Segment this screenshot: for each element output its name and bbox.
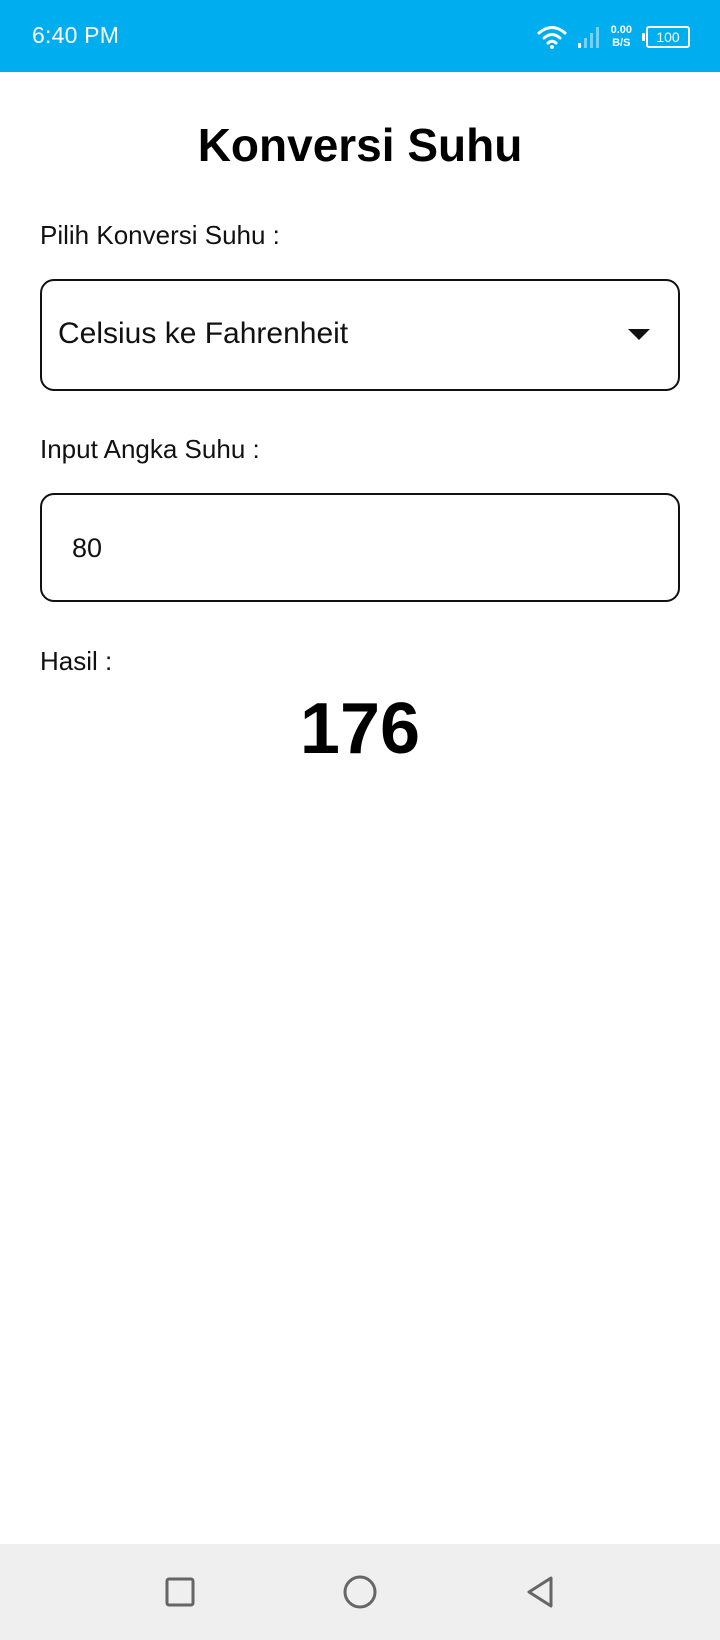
status-icons: 0.00 B/S 100 [537,19,690,55]
status-time: 6:40 PM [32,22,120,48]
conversion-selected-value: Celsius ke Fahrenheit [58,317,349,350]
input-label: Input Angka Suhu : [40,434,260,464]
battery-icon: 100 [642,26,690,48]
network-speed: 0.00 B/S [611,24,632,50]
network-speed-unit: B/S [612,37,631,49]
wifi-icon [537,25,567,49]
recent-apps-icon[interactable] [156,1568,204,1616]
conversion-label: Pilih Konversi Suhu : [40,220,280,250]
status-bar: 6:40 PM 0.00 B/S 100 [0,0,720,72]
result-label: Hasil : [40,646,113,676]
temperature-input[interactable]: 80 [40,493,680,602]
temperature-input-value: 80 [72,533,103,563]
battery-level: 100 [656,29,680,45]
signal-icon [577,25,601,49]
back-icon[interactable] [516,1568,564,1616]
dropdown-arrow-icon [628,329,650,340]
network-speed-value: 0.00 [610,24,632,36]
navigation-bar [0,1544,720,1640]
page-title: Konversi Suhu [197,119,523,171]
result-value: 176 [299,689,421,769]
home-icon[interactable] [336,1568,384,1616]
conversion-dropdown[interactable]: Celsius ke Fahrenheit [40,279,680,391]
